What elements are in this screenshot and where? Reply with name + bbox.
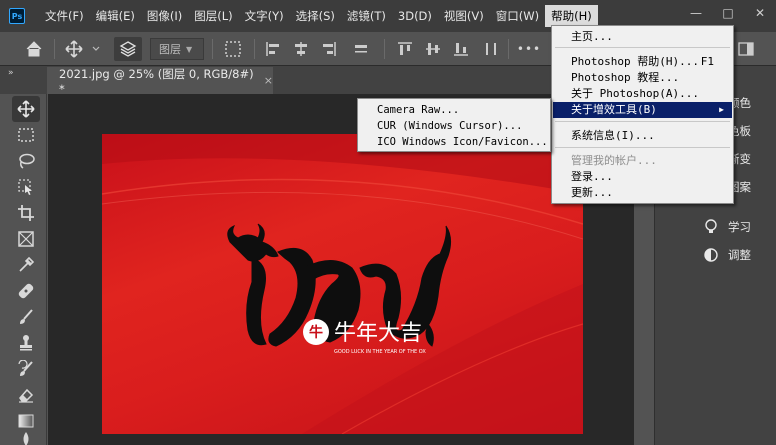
move-tool-icon[interactable] — [12, 96, 40, 122]
menu-separator — [555, 121, 730, 122]
divider — [54, 39, 55, 59]
layer-select[interactable]: 图层 ▼ — [150, 38, 204, 60]
align-center-icon[interactable] — [290, 37, 312, 61]
help-item-updates[interactable]: 更新... — [553, 185, 732, 201]
move-tool-preset-icon[interactable] — [63, 37, 103, 61]
help-item-photoshop-help[interactable]: Photoshop 帮助(H)... F1 — [553, 54, 732, 70]
marquee-tool-icon[interactable] — [12, 122, 40, 148]
help-item-about-plugins-label: 关于增效工具(B) — [571, 103, 657, 116]
artwork-image: 牛 牛年大吉 GOOD LUCK IN THE YEAR OF THE OX — [102, 134, 583, 434]
help-item-sign-in[interactable]: 登录... — [553, 169, 732, 185]
help-menu-dropdown: 主页... Photoshop 帮助(H)... F1 Photoshop 教程.… — [551, 25, 734, 204]
menu-separator — [555, 47, 730, 48]
close-button[interactable]: ✕ — [744, 0, 776, 26]
crop-tool-icon[interactable] — [12, 200, 40, 226]
chevron-down-icon: ▼ — [186, 44, 193, 54]
align-right-icon[interactable] — [318, 37, 340, 61]
help-shortcut: F1 — [700, 55, 714, 68]
menu-image[interactable]: 图像(I) — [141, 5, 188, 27]
collapse-panels-icon[interactable]: » — [8, 68, 14, 78]
help-item-home-label: 主页... — [571, 30, 613, 43]
help-item-manage-account-label: 管理我的帐户... — [571, 154, 657, 167]
align-middle-icon[interactable] — [422, 37, 444, 61]
adjust-icon — [702, 246, 720, 264]
align-spacing-icon[interactable] — [350, 37, 372, 61]
photoshop-logo[interactable]: Ps — [9, 8, 25, 24]
blur-tool-icon[interactable] — [12, 432, 40, 445]
menu-view[interactable]: 视图(V) — [438, 5, 490, 27]
bulb-icon — [702, 218, 720, 236]
menu-layer[interactable]: 图层(L) — [188, 5, 238, 27]
submenu-arrow-icon: ▶ — [719, 105, 724, 114]
distribute-icon[interactable] — [480, 37, 502, 61]
plugin-item-cur[interactable]: CUR (Windows Cursor)... — [359, 118, 549, 134]
menu-3d[interactable]: 3D(D) — [392, 5, 438, 27]
object-select-tool-icon[interactable] — [12, 174, 40, 200]
frame-tool-icon[interactable] — [12, 226, 40, 252]
help-item-tutorials[interactable]: Photoshop 教程... — [553, 70, 732, 86]
stamp-tool-icon[interactable] — [12, 330, 40, 356]
divider — [212, 39, 213, 59]
help-item-about-plugins[interactable]: 关于增效工具(B) ▶ — [553, 102, 732, 118]
divider — [508, 39, 509, 59]
document-canvas[interactable]: 牛 牛年大吉 GOOD LUCK IN THE YEAR OF THE OX — [102, 134, 583, 434]
lasso-tool-icon[interactable] — [12, 148, 40, 174]
help-item-updates-label: 更新... — [571, 186, 613, 199]
panel-learn-label: 学习 — [728, 220, 751, 234]
menu-edit[interactable]: 编辑(E) — [90, 5, 141, 27]
panel-adjustments[interactable]: 调整 — [702, 246, 751, 264]
align-left-icon[interactable] — [262, 37, 284, 61]
home-icon[interactable] — [22, 37, 46, 61]
align-bottom-icon[interactable] — [450, 37, 472, 61]
help-item-about-photoshop[interactable]: 关于 Photoshop(A)... — [553, 86, 732, 102]
help-item-photoshop-help-label: Photoshop 帮助(H)... — [571, 55, 699, 68]
menu-window[interactable]: 窗口(W) — [490, 5, 545, 27]
divider — [254, 39, 255, 59]
menu-help[interactable]: 帮助(H) — [545, 5, 598, 27]
plugins-submenu: Camera Raw... CUR (Windows Cursor)... IC… — [357, 98, 551, 152]
menu-filter[interactable]: 滤镜(T) — [341, 5, 392, 27]
help-item-manage-account: 管理我的帐户... — [553, 153, 732, 169]
help-item-about-photoshop-label: 关于 Photoshop(A)... — [571, 87, 699, 100]
eraser-tool-icon[interactable] — [12, 382, 40, 408]
help-item-system-info[interactable]: 系统信息(I)... — [553, 128, 732, 144]
brush-tool-icon[interactable] — [12, 304, 40, 330]
plugin-item-camera-raw[interactable]: Camera Raw... — [359, 102, 549, 118]
help-item-home[interactable]: 主页... — [553, 29, 732, 45]
document-tab-title: 2021.jpg @ 25% (图层 0, RGB/8#) * — [59, 66, 254, 96]
history-brush-tool-icon[interactable] — [12, 356, 40, 382]
align-top-icon[interactable] — [394, 37, 416, 61]
panel-adjustments-label: 调整 — [728, 248, 751, 262]
close-tab-icon[interactable]: × — [264, 74, 273, 87]
divider — [384, 39, 385, 59]
workspace-icon[interactable] — [736, 37, 756, 61]
menu-select[interactable]: 选择(S) — [290, 5, 341, 27]
menu-type[interactable]: 文字(Y) — [239, 5, 290, 27]
artwork-english-text: GOOD LUCK IN THE YEAR OF THE OX — [334, 349, 426, 355]
menu-separator — [555, 147, 730, 148]
document-tab[interactable]: 2021.jpg @ 25% (图层 0, RGB/8#) * × — [47, 66, 273, 96]
layer-select-value: 图层 — [159, 43, 181, 56]
maximize-button[interactable]: □ — [712, 0, 744, 26]
window-controls: — □ ✕ — [680, 0, 776, 26]
seal-character: 牛 — [309, 324, 323, 341]
more-options-icon[interactable]: ••• — [514, 37, 544, 61]
tools-panel — [0, 94, 47, 445]
help-item-sign-in-label: 登录... — [571, 170, 613, 183]
plugin-item-ico[interactable]: ICO Windows Icon/Favicon... — [359, 134, 549, 150]
artwork-chinese-text: 牛年大吉 — [334, 321, 422, 346]
menu-file[interactable]: 文件(F) — [39, 5, 90, 27]
help-item-system-info-label: 系统信息(I)... — [571, 129, 655, 142]
auto-select-icon[interactable] — [114, 37, 142, 61]
panel-learn[interactable]: 学习 — [702, 218, 751, 236]
minimize-button[interactable]: — — [680, 0, 712, 26]
help-item-tutorials-label: Photoshop 教程... — [571, 71, 680, 84]
eyedropper-tool-icon[interactable] — [12, 252, 40, 278]
transform-controls-icon[interactable] — [222, 37, 244, 61]
healing-brush-tool-icon[interactable] — [12, 278, 40, 304]
